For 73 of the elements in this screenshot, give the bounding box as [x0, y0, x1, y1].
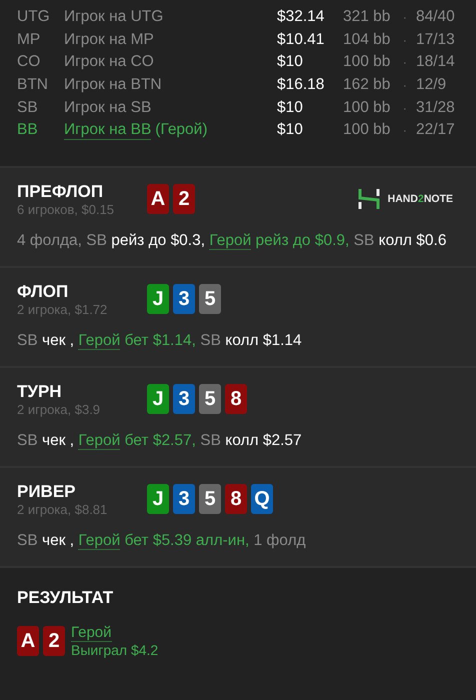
- player-position: BTN: [17, 76, 49, 94]
- hero-link[interactable]: Герой: [78, 432, 120, 450]
- player-stack: $10: [277, 53, 304, 72]
- street-title: ТУРН: [17, 382, 63, 402]
- player-bb: 321 bb: [343, 8, 392, 26]
- playing-card: 5: [199, 484, 221, 514]
- playing-card: 8: [225, 484, 247, 514]
- player-position: SB: [17, 98, 39, 117]
- playing-card: 8: [225, 384, 247, 414]
- player-hands: 12/9: [416, 76, 446, 94]
- player-stack: $10: [277, 98, 304, 117]
- hero-link[interactable]: Герой: [209, 232, 252, 250]
- playing-card: 2: [43, 626, 65, 656]
- hero-link[interactable]: Герой: [78, 532, 120, 550]
- playing-card: J: [147, 284, 169, 314]
- player-bb: 100 bb: [343, 53, 392, 72]
- separator-dot: ·: [403, 125, 408, 138]
- action-line: SB чек , Герой бет $1.14, SB колл $1.14: [17, 331, 303, 352]
- player-hands: 17/13: [416, 30, 455, 49]
- separator-dot: ·: [403, 12, 408, 24]
- street-info: 2 игрока, $3.9: [17, 402, 102, 418]
- action-line: 4 фолда, SB рейз до $0.3, Герой рейз до $0.9, SB колл $0.6: [17, 231, 448, 252]
- playing-card: 3: [173, 284, 195, 314]
- logo-text: HAND2NOTE: [388, 193, 453, 206]
- player-hands: 31/28: [416, 98, 455, 117]
- result-title: РЕЗУЛЬТАТ: [17, 588, 114, 608]
- street-title: ПРЕФЛОП: [17, 182, 104, 202]
- player-bb: 100 bb: [343, 98, 392, 117]
- player-position: UTG: [17, 8, 51, 26]
- playing-card: A: [147, 184, 169, 214]
- action-line: SB чек , Герой бет $2.57, SB колл $2.57: [17, 431, 303, 452]
- street-title: ФЛОП: [17, 282, 70, 302]
- playing-card: 3: [173, 384, 195, 414]
- player-bb: 104 bb: [343, 30, 392, 49]
- playing-card: 5: [199, 384, 221, 414]
- separator-dot: ·: [403, 102, 408, 115]
- player-hands: 18/14: [416, 53, 455, 72]
- player-stack: $10.41: [277, 30, 326, 49]
- separator-dot: ·: [403, 80, 408, 92]
- hero-link[interactable]: Герой: [71, 624, 112, 642]
- street-info: 6 игроков, $0.15: [17, 202, 116, 218]
- player-link[interactable]: Игрок на BB: [64, 121, 152, 140]
- street-title: РИВЕР: [17, 482, 77, 502]
- playing-card: J: [147, 384, 169, 414]
- player-hands: 22/17: [416, 121, 455, 140]
- player-name: Игрок на SB: [64, 98, 152, 117]
- player-name: Игрок на CO: [64, 53, 154, 72]
- street-info: 2 игрока, $8.81: [17, 502, 108, 518]
- player-bb: 162 bb: [343, 76, 392, 94]
- playing-card: 3: [173, 484, 195, 514]
- player-stack: $10: [277, 121, 304, 140]
- result-outcome: Выиграл $4.2: [71, 642, 158, 658]
- player-name: Игрок на UTG: [64, 8, 164, 26]
- playing-card: Q: [251, 484, 273, 514]
- player-position: MP: [17, 30, 42, 49]
- playing-card: 5: [199, 284, 221, 314]
- separator-dot: ·: [403, 57, 408, 70]
- playing-card: 2: [173, 184, 195, 214]
- action-line: SB чек , Герой бет $5.39 алл-ин, 1 фолд: [17, 531, 307, 552]
- player-position: CO: [17, 53, 42, 72]
- player-position: BB: [17, 121, 39, 140]
- player-name: Игрок на BTN: [64, 76, 162, 94]
- player-name: Игрок на MP: [64, 30, 154, 49]
- separator-dot: ·: [403, 34, 408, 47]
- playing-card: J: [147, 484, 169, 514]
- player-hands: 84/40: [416, 8, 455, 26]
- playing-card: A: [17, 626, 39, 656]
- street-info: 2 игрока, $1.72: [17, 302, 108, 318]
- player-stack: $16.18: [277, 76, 326, 94]
- player-bb: 100 bb: [343, 121, 392, 140]
- hero-tag: (Герой): [155, 121, 208, 140]
- hero-link[interactable]: Герой: [78, 332, 120, 350]
- player-stack: $32.14: [277, 8, 326, 26]
